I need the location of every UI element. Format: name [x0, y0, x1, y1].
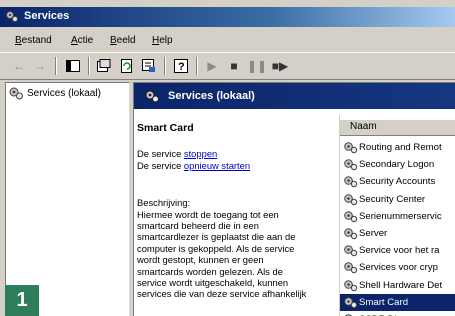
service-gear-icon	[344, 262, 358, 274]
description-line: smartcardlezer is geplaatst die aan de	[137, 231, 296, 243]
service-row-name: Security Center	[359, 193, 426, 205]
toolbar-separator	[88, 57, 90, 75]
service-row-name: Server	[359, 228, 388, 239]
extended-view-detail: Smart Card De service stoppen De service…	[137, 122, 333, 300]
forward-arrow-icon[interactable]: →	[31, 57, 49, 74]
svg-text:?: ?	[178, 61, 185, 73]
toolbar-separator	[164, 57, 166, 75]
refresh-icon[interactable]	[118, 57, 136, 74]
restart-icon[interactable]: ■▶	[271, 57, 289, 74]
description-line: service wordt uitgeschakeld, kunnen	[137, 277, 289, 289]
menu-actie[interactable]: Actie	[71, 35, 93, 46]
start-icon[interactable]: ▶	[203, 57, 221, 74]
description-line: computer is gekoppeld. Als de service	[137, 242, 295, 254]
properties-icon[interactable]	[95, 57, 113, 74]
service-gear-icon	[344, 142, 358, 154]
service-row[interactable]: Smart Card	[340, 293, 455, 311]
service-row[interactable]: Secondary Logon	[340, 156, 455, 173]
services-gear-icon	[145, 90, 159, 103]
step-number-badge: 1	[5, 285, 39, 316]
service-row-name: Security Accounts	[359, 176, 436, 188]
menu-beeld[interactable]: Beeld	[110, 35, 136, 46]
toolbar-separator	[196, 57, 198, 75]
show-hide-tree-icon[interactable]	[64, 57, 82, 74]
description-line: smartcard beheerd die in een	[137, 220, 259, 232]
pane-header: Services (lokaal)	[134, 83, 455, 109]
services-gear-icon	[6, 11, 19, 23]
service-row[interactable]: Routing and Remot	[340, 139, 455, 156]
service-row-name: Routing and Remot	[359, 142, 442, 153]
restart-service-link[interactable]: opnieuw starten	[184, 160, 250, 171]
stop-service-link[interactable]: stoppen	[184, 148, 217, 159]
description-label: Beschrijving:	[137, 197, 191, 209]
service-row[interactable]: SSDP Discovery	[340, 311, 455, 316]
stop-line-prefix: De service	[137, 148, 184, 160]
tree-item-services-local[interactable]: Services (lokaal)	[8, 86, 101, 100]
service-gear-icon	[344, 279, 358, 291]
service-row[interactable]: Server	[340, 225, 455, 242]
menu-help[interactable]: Help	[152, 35, 173, 46]
console-tree: Services (lokaal)	[5, 82, 130, 316]
title-bar[interactable]: Services	[0, 7, 455, 27]
services-detail-pane: Services (lokaal) Smart Card De service …	[133, 82, 455, 316]
services-gear-icon	[9, 87, 23, 100]
pane-title: Services (lokaal)	[168, 90, 255, 102]
service-row-name: Service voor het ra	[359, 245, 440, 257]
service-row-name: Services voor cryp	[359, 262, 438, 274]
stop-icon[interactable]: ■	[225, 57, 243, 74]
description-line: Hiermee wordt de toegang tot een	[137, 208, 279, 220]
menu-bestand[interactable]: Bestand	[15, 35, 52, 46]
toolbar: ← → ? ▶ ■ ❚❚ ■▶	[0, 52, 455, 80]
service-row-name: Secondary Logon	[359, 159, 435, 171]
service-row[interactable]: Security Accounts	[340, 173, 455, 190]
service-row[interactable]: Serienummerservic	[340, 208, 455, 225]
service-row-name: Serienummerservic	[359, 210, 442, 222]
service-name: Smart Card	[137, 122, 194, 134]
menu-bar: Bestand Actie Beeld Help	[0, 31, 455, 51]
service-row[interactable]: Shell Hardware Det	[340, 277, 455, 294]
description-line: wordt gestopt, kunnen er geen	[137, 254, 264, 266]
service-row-name: Shell Hardware Det	[359, 279, 443, 291]
description-line: services die van deze service afhankelij…	[137, 288, 307, 300]
service-row[interactable]: Security Center	[340, 191, 455, 208]
services-list: Naam Routing and Remot Secondary Logon Sec…	[339, 115, 455, 316]
service-row[interactable]: Services voor cryp	[340, 259, 455, 276]
back-arrow-icon[interactable]: ←	[10, 57, 28, 74]
pause-icon[interactable]: ❚❚	[247, 57, 267, 74]
window-title: Services	[24, 10, 70, 22]
restart-line-prefix: De service	[137, 159, 184, 171]
service-gear-icon	[344, 296, 358, 308]
column-header-label: Naam	[350, 121, 377, 132]
export-list-icon[interactable]	[140, 57, 158, 74]
services-window: Services Bestand Actie Beeld Help ← → ? …	[0, 0, 455, 316]
service-row-name: Smart Card	[359, 296, 409, 308]
column-header-name[interactable]: Naam	[340, 119, 455, 136]
service-gear-icon	[344, 159, 358, 171]
restart-line: De service opnieuw starten	[137, 160, 333, 171]
service-gear-icon	[344, 176, 358, 188]
service-row[interactable]: Service voor het ra	[340, 242, 455, 259]
help-icon[interactable]: ?	[172, 57, 190, 74]
service-gear-icon	[344, 210, 358, 222]
service-description: Hiermee wordt de toegang tot een smartca…	[137, 209, 333, 300]
service-gear-icon	[344, 228, 358, 240]
stop-line: De service stoppen	[137, 148, 333, 159]
service-gear-icon	[344, 193, 358, 205]
service-gear-icon	[344, 245, 358, 257]
description-line: smartcards worden gelezen. Als de	[137, 265, 283, 277]
tree-item-label: Services (lokaal)	[27, 87, 101, 99]
toolbar-separator	[55, 57, 57, 75]
